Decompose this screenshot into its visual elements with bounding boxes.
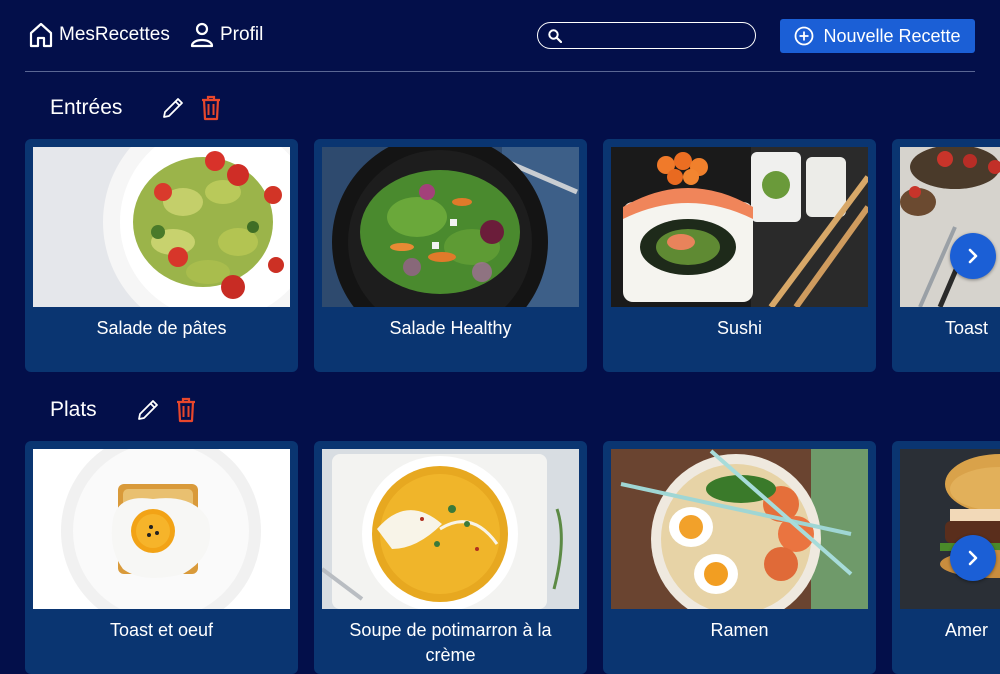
search-icon [548,28,562,43]
profile-label: Profil [220,24,264,45]
chevron-right-icon [968,248,978,264]
recipe-card[interactable]: Toast et oeuf [25,441,298,674]
section-header-plats: Plats [50,397,197,423]
recipe-title: Ramen [710,620,769,640]
search-input[interactable] [568,27,738,44]
section-title: Entrées [50,96,123,119]
recipe-card[interactable]: Soupe de potimarron à la crème [314,441,587,674]
recipe-title: Salade Healthy [389,318,512,338]
nav-home-link[interactable]: MesRecettes [29,22,170,48]
search-box [537,22,756,49]
recipe-image-pasta-salad [33,147,290,307]
recipe-card[interactable]: Salade de pâtes [25,139,298,372]
edit-pencil-icon[interactable] [135,397,161,423]
recipe-title: Salade de pâtes [96,318,227,338]
delete-trash-icon[interactable] [175,397,197,423]
recipe-title: Sushi [716,318,763,338]
recipe-card[interactable]: Salade Healthy [314,139,587,372]
recipe-title: Toast [944,318,989,338]
home-label: MesRecettes [59,24,170,45]
recipe-image-toast-egg [33,449,290,609]
home-icon [29,22,53,48]
recipe-title: Amer [944,620,988,640]
chevron-right-icon [968,550,978,566]
recipe-image-sushi [611,147,868,307]
plus-circle-icon [795,26,814,46]
recipe-image-ramen [611,449,868,609]
delete-trash-icon[interactable] [200,95,222,121]
nav-profile-link[interactable]: Profil [190,22,263,48]
section-title: Plats [50,398,97,421]
recipe-card[interactable]: Sushi [603,139,876,372]
carousel-next-button[interactable] [950,535,996,581]
recipe-title: Toast et oeuf [109,620,214,640]
carousel-next-button[interactable] [950,233,996,279]
user-icon [190,22,214,48]
recipe-image-toast [900,147,1000,307]
new-recipe-label: Nouvelle Recette [823,25,961,46]
recipe-card[interactable]: Ramen [603,441,876,674]
recipe-image-burger [900,449,1000,609]
recipe-title: Soupe de potimarron à la crème [349,620,552,665]
edit-pencil-icon[interactable] [160,95,186,121]
new-recipe-button[interactable]: Nouvelle Recette [780,19,975,53]
top-navigation-bar: MesRecettes Profil Nouvelle Recette [25,0,975,72]
section-header-entrees: Entrées [50,95,222,121]
recipe-image-pumpkin-soup [322,449,579,609]
recipe-image-healthy-salad [322,147,579,307]
